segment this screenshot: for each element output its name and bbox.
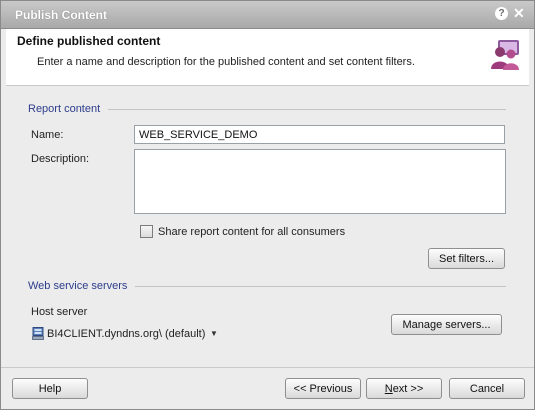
host-server-dropdown[interactable]: BI4CLIENT.dyndns.org\ (default): [47, 328, 205, 340]
description-label: Description:: [31, 153, 90, 165]
title-bar: Publish Content ? ✕: [1, 1, 534, 29]
next-button[interactable]: Next >>: [366, 378, 442, 399]
help-button[interactable]: Help: [12, 378, 88, 399]
users-icon: [491, 40, 519, 70]
help-question-icon[interactable]: ?: [495, 7, 508, 20]
share-content-checkbox[interactable]: [140, 225, 153, 238]
next-button-label: ext >>: [392, 382, 424, 395]
close-icon[interactable]: ✕: [513, 5, 525, 21]
host-server-label: Host server: [31, 306, 88, 318]
next-button-mnemonic: N: [384, 382, 393, 395]
share-content-label: Share report content for all consumers: [158, 226, 346, 238]
window-title: Publish Content: [15, 8, 107, 22]
description-textarea[interactable]: [134, 149, 506, 214]
chevron-down-icon[interactable]: ▼: [210, 329, 218, 338]
set-filters-button[interactable]: Set filters...: [428, 248, 505, 269]
cancel-button[interactable]: Cancel: [449, 378, 525, 399]
footer-divider: [1, 367, 534, 368]
web-service-servers-divider: [135, 286, 506, 287]
report-content-section-title: Report content: [28, 103, 101, 115]
publish-content-dialog: Publish Content ? ✕ Define published con…: [0, 0, 535, 410]
previous-button[interactable]: << Previous: [285, 378, 361, 399]
page-title: Define published content: [17, 34, 161, 48]
wizard-header: Define published content Enter a name an…: [6, 29, 529, 86]
page-description: Enter a name and description for the pub…: [37, 56, 415, 68]
name-input[interactable]: [134, 125, 505, 144]
manage-servers-button[interactable]: Manage servers...: [391, 314, 502, 335]
web-service-servers-section-title: Web service servers: [28, 280, 128, 292]
server-icon: [32, 327, 44, 340]
name-label: Name:: [31, 129, 64, 141]
report-content-divider: [108, 109, 506, 110]
